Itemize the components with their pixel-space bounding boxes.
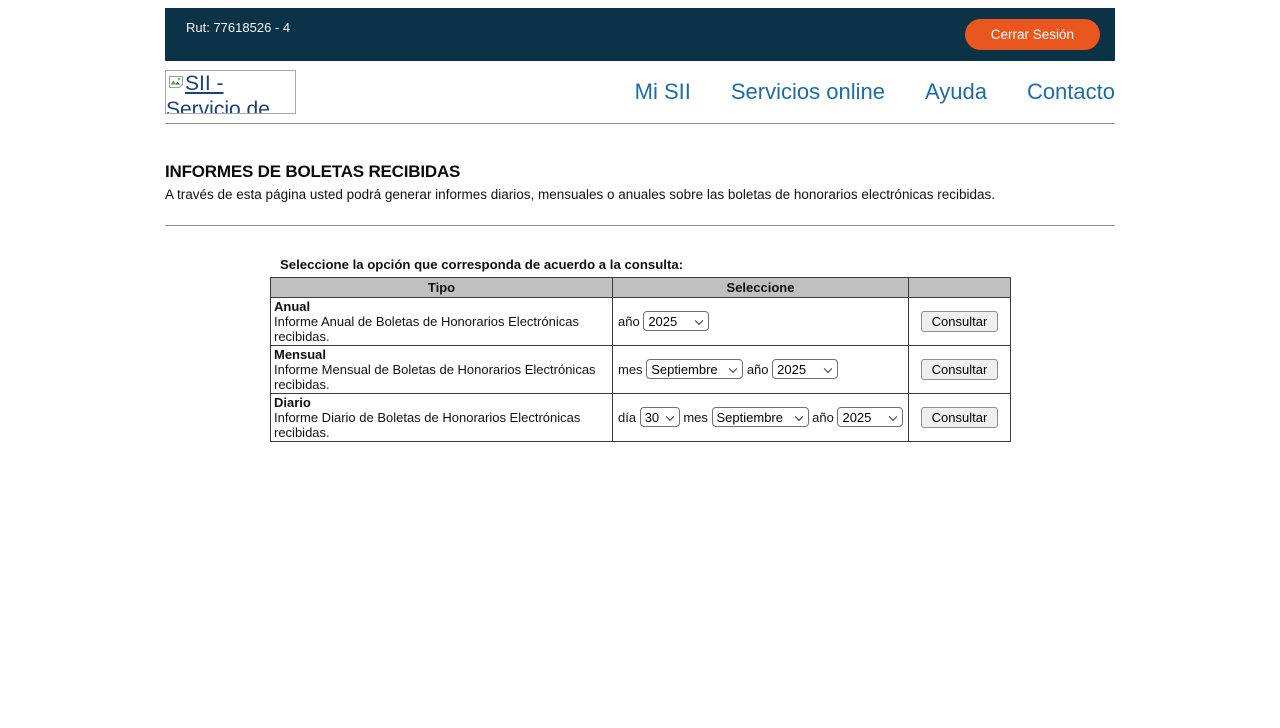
chevron-down-icon: 2025 — [837, 406, 903, 430]
diario-description: Informe Diario de Boletas de Honorarios … — [274, 410, 580, 440]
page-container: Rut: 77618526 - 4 Cerrar Sesión SII - Se… — [165, 8, 1115, 442]
chevron-down-icon: 2025 — [643, 310, 709, 334]
mensual-description: Informe Mensual de Boletas de Honorarios… — [274, 362, 596, 392]
column-header-seleccione: Seleccione — [613, 278, 909, 298]
diario-action-cell: Consultar — [909, 394, 1011, 442]
anual-year-label: año — [618, 314, 640, 329]
report-options-table: Tipo Seleccione Anual Informe Anual de B… — [270, 277, 1011, 442]
nav-item-mi-sii[interactable]: Mi SII — [635, 79, 691, 105]
diario-month-label: mes — [683, 410, 708, 425]
page-title: INFORMES DE BOLETAS RECIBIDAS — [165, 162, 1115, 182]
diario-select-cell: día 30 mes Septiembre año 2025 — [613, 394, 909, 442]
nav-item-servicios-online[interactable]: Servicios online — [731, 79, 885, 105]
diario-year-select[interactable]: 2025 — [837, 407, 903, 427]
site-header: SII - Servicio de Mi SII Servicios onlin… — [165, 61, 1115, 123]
mensual-action-cell: Consultar — [909, 346, 1011, 394]
anual-type-cell: Anual Informe Anual de Boletas de Honora… — [271, 298, 613, 346]
anual-select-cell: año 2025 — [613, 298, 909, 346]
top-bar: Rut: 77618526 - 4 Cerrar Sesión — [165, 8, 1115, 61]
table-row-diario: Diario Informe Diario de Boletas de Hono… — [271, 394, 1011, 442]
nav-item-ayuda[interactable]: Ayuda — [925, 79, 987, 105]
anual-description: Informe Anual de Boletas de Honorarios E… — [274, 314, 579, 344]
anual-type-label: Anual — [274, 299, 310, 314]
table-row-mensual: Mensual Informe Mensual de Boletas de Ho… — [271, 346, 1011, 394]
diario-day-label: día — [618, 410, 636, 425]
chevron-down-icon: Septiembre — [712, 406, 809, 430]
nav-item-contacto[interactable]: Contacto — [1027, 79, 1115, 105]
main-nav: Mi SII Servicios online Ayuda Contacto — [635, 79, 1115, 105]
broken-image-icon — [168, 74, 184, 90]
rut-label: Rut: 77618526 - 4 — [186, 8, 290, 61]
mensual-month-select[interactable]: Septiembre — [646, 359, 743, 379]
table-instruction-label: Seleccione la opción que corresponda de … — [280, 257, 1115, 272]
anual-action-cell: Consultar — [909, 298, 1011, 346]
anual-year-select[interactable]: 2025 — [643, 311, 709, 331]
table-row-anual: Anual Informe Anual de Boletas de Honora… — [271, 298, 1011, 346]
diario-month-select[interactable]: Septiembre — [712, 407, 809, 427]
mensual-type-cell: Mensual Informe Mensual de Boletas de Ho… — [271, 346, 613, 394]
mensual-year-label: año — [747, 362, 769, 377]
section-divider — [165, 225, 1115, 226]
column-header-action — [909, 278, 1011, 298]
diario-consultar-button[interactable]: Consultar — [921, 407, 999, 428]
logout-button[interactable]: Cerrar Sesión — [965, 19, 1100, 50]
diario-year-label: año — [812, 410, 834, 425]
chevron-down-icon: 30 — [640, 406, 680, 430]
chevron-down-icon: 2025 — [772, 358, 838, 382]
page-subtitle: A través de esta página usted podrá gene… — [165, 187, 1115, 202]
header-divider — [165, 123, 1115, 124]
mensual-year-select[interactable]: 2025 — [772, 359, 838, 379]
mensual-month-label: mes — [618, 362, 643, 377]
anual-consultar-button[interactable]: Consultar — [921, 311, 999, 332]
diario-type-label: Diario — [274, 395, 311, 410]
sii-logo-broken-image[interactable]: SII - Servicio de — [165, 70, 296, 114]
table-header-row: Tipo Seleccione — [271, 278, 1011, 298]
diario-day-select[interactable]: 30 — [640, 407, 680, 427]
chevron-down-icon: Septiembre — [646, 358, 743, 382]
diario-type-cell: Diario Informe Diario de Boletas de Hono… — [271, 394, 613, 442]
column-header-tipo: Tipo — [271, 278, 613, 298]
mensual-consultar-button[interactable]: Consultar — [921, 359, 999, 380]
mensual-select-cell: mes Septiembre año 2025 — [613, 346, 909, 394]
mensual-type-label: Mensual — [274, 347, 326, 362]
